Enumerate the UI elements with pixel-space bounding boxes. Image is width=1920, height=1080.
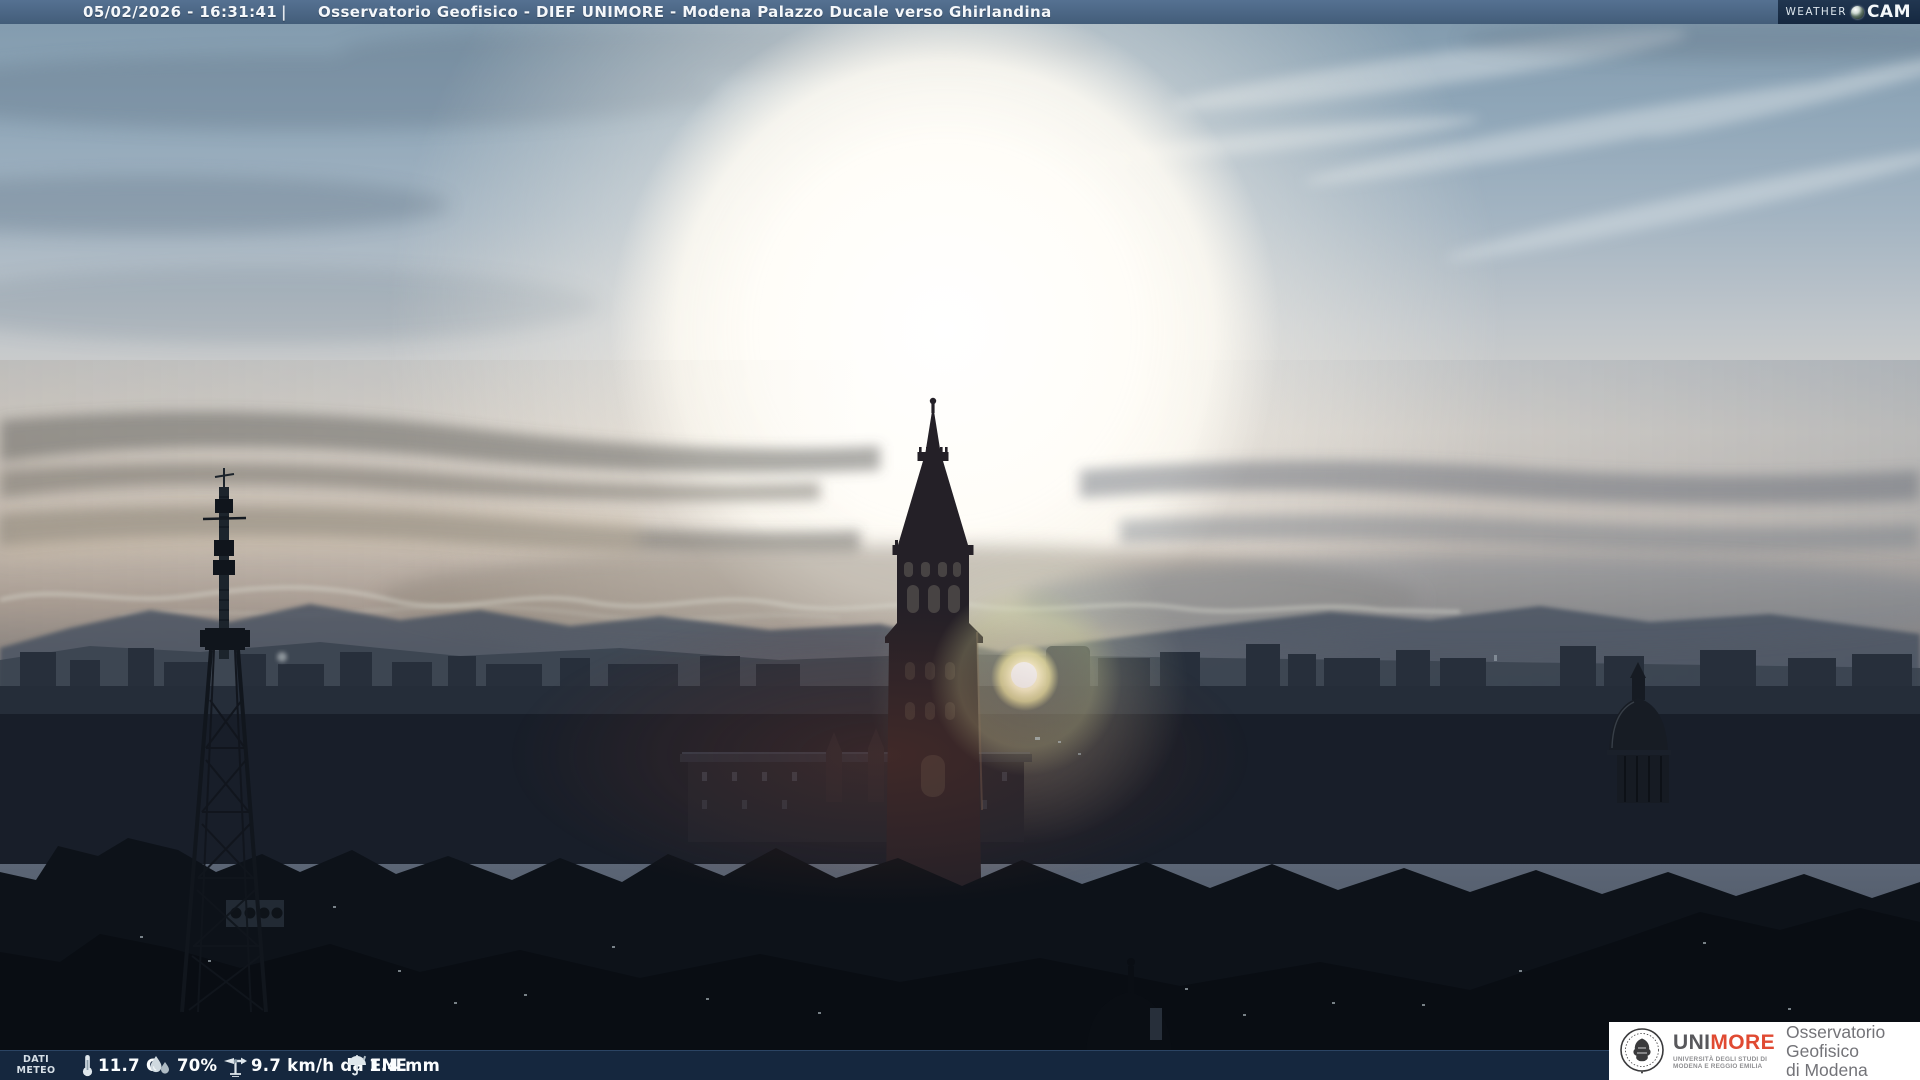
- university-seal-icon: [1620, 1028, 1664, 1074]
- humidity-drops-icon: [150, 1056, 169, 1074]
- wind-vane-icon: [224, 1057, 247, 1077]
- separator: |: [281, 3, 287, 21]
- timestamp-bar: 05/02/2026 - 16:31:41 | Osservatorio Geo…: [0, 0, 1920, 24]
- unimore-more-text: MORE: [1710, 1030, 1775, 1054]
- datetime-text: 05/02/2026 - 16:31:41: [83, 3, 278, 21]
- rooftop-hvac: [226, 900, 284, 927]
- weathercam-logo: Weather CAM: [1778, 0, 1920, 24]
- unimore-uni-text: UNI: [1673, 1030, 1711, 1054]
- umbrella-icon: [348, 1055, 367, 1076]
- weathercam-word: Weather: [1785, 6, 1847, 18]
- weathercam-cam: CAM: [1866, 2, 1911, 22]
- warm-light-tint: [510, 605, 1250, 905]
- observatory-name: Osservatorio Geofisico di Modena: [1785, 1021, 1886, 1080]
- unimore-subtitle: UNIVERSITÀ DEGLI STUDI DI MODENA E REGGI…: [1673, 1055, 1768, 1070]
- camera-title: Osservatorio Geofisico - DIEF UNIMORE - …: [318, 3, 1052, 21]
- steam-plume: [277, 652, 287, 662]
- orb-icon: [1850, 5, 1864, 19]
- webcam-photo: [0, 0, 1920, 1080]
- thermometer-icon: [82, 1055, 93, 1077]
- humidity-value: 70%: [177, 1056, 218, 1075]
- rain-value: 1.4 mm: [369, 1056, 441, 1075]
- webcam-page: 05/02/2026 - 16:31:41 | Osservatorio Geo…: [0, 0, 1920, 1080]
- unimore-logo-box: UNIMORE UNIVERSITÀ DEGLI STUDI DI MODENA…: [1609, 1022, 1920, 1080]
- dati-meteo-label: DATI METEO: [16, 1054, 56, 1076]
- unimore-brand: UNIMORE UNIVERSITÀ DEGLI STUDI DI MODENA…: [1673, 1032, 1775, 1070]
